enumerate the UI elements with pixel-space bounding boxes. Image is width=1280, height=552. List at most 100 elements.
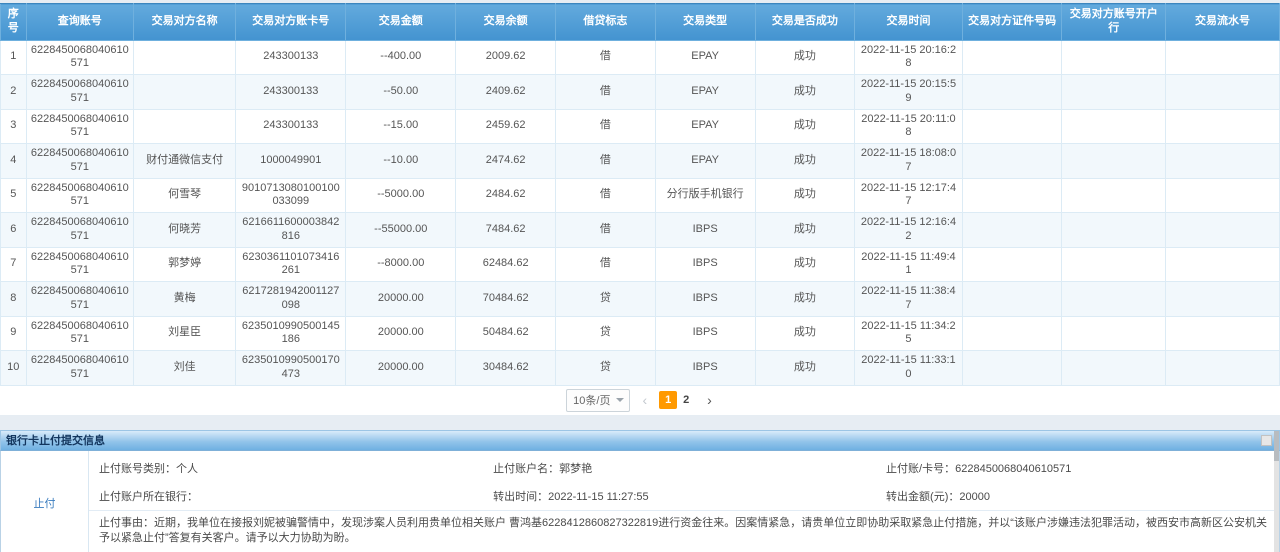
field-stop-account-name: 止付账户名：郭梦艳: [493, 460, 886, 476]
table-cell: 243300133: [236, 40, 346, 75]
page-size-label: 10条/页: [573, 392, 610, 408]
table-cell: 50484.62: [456, 316, 556, 351]
table-cell: 借: [556, 144, 656, 179]
scrollbar-thumb[interactable]: [1274, 431, 1279, 461]
table-cell: 1000049901: [236, 144, 346, 179]
table-cell: 成功: [755, 282, 855, 317]
table-cell: 30484.62: [456, 351, 556, 386]
transactions-table: 序号查询账号交易对方名称交易对方账卡号交易金额交易余额借贷标志交易类型交易是否成…: [0, 3, 1280, 386]
table-cell: 6235010990500170473: [236, 351, 346, 386]
table-cell: 6228450068040610571: [26, 144, 133, 179]
table-cell: 6228450068040610571: [26, 178, 133, 213]
table-cell: [962, 178, 1062, 213]
table-cell: 6217281942001127098: [236, 282, 346, 317]
table-row[interactable]: 86228450068040610571黄梅621728194200112709…: [1, 282, 1280, 317]
table-cell: IBPS: [655, 316, 755, 351]
page-size-select[interactable]: 10条/页: [566, 389, 630, 412]
table-cell: 62484.62: [456, 247, 556, 282]
stop-payment-group-label: 止付: [1, 451, 89, 552]
scrollbar[interactable]: [1274, 431, 1279, 552]
table-cell: 2022-11-15 11:34:25: [855, 316, 962, 351]
table-row[interactable]: 76228450068040610571郭梦婷62303611010734162…: [1, 247, 1280, 282]
table-cell: [1166, 282, 1280, 317]
table-cell: --55000.00: [346, 213, 456, 248]
column-header: 查询账号: [26, 4, 133, 41]
field-label: 止付账/卡号：: [886, 463, 955, 475]
table-cell: 20000.00: [346, 351, 456, 386]
table-cell: EPAY: [655, 40, 755, 75]
field-value: 个人: [176, 463, 198, 475]
table-cell: 借: [556, 40, 656, 75]
table-cell: 贷: [556, 282, 656, 317]
table-cell: 2009.62: [456, 40, 556, 75]
table-row[interactable]: 16228450068040610571243300133--400.00200…: [1, 40, 1280, 75]
info-row: 止付账号类别：个人 止付账户名：郭梦艳 止付账/卡号：6228450068040…: [89, 454, 1279, 482]
table-cell: IBPS: [655, 247, 755, 282]
table-cell: [1166, 213, 1280, 248]
collapse-icon[interactable]: [1261, 435, 1272, 446]
table-cell: --400.00: [346, 40, 456, 75]
field-transfer-time: 转出时间：2022-11-15 11:27:55: [493, 488, 886, 504]
table-cell: 2022-11-15 18:08:07: [855, 144, 962, 179]
table-cell: 借: [556, 178, 656, 213]
table-row[interactable]: 66228450068040610571何晓芳62166116000038428…: [1, 213, 1280, 248]
table-row[interactable]: 36228450068040610571243300133--15.002459…: [1, 109, 1280, 144]
prev-page-icon[interactable]: ‹: [640, 393, 649, 407]
table-cell: 2459.62: [456, 109, 556, 144]
table-cell: [1166, 178, 1280, 213]
table-cell: [962, 316, 1062, 351]
table-cell: 9: [1, 316, 27, 351]
field-value: 20000: [959, 491, 990, 503]
next-page-icon[interactable]: ›: [705, 393, 714, 407]
table-cell: --15.00: [346, 109, 456, 144]
field-label: 止付账户名：: [493, 463, 559, 475]
table-row[interactable]: 26228450068040610571243300133--50.002409…: [1, 75, 1280, 110]
table-cell: 郭梦婷: [134, 247, 236, 282]
table-cell: [1062, 316, 1166, 351]
table-cell: 成功: [755, 109, 855, 144]
column-header: 借贷标志: [556, 4, 656, 41]
table-cell: 何雪琴: [134, 178, 236, 213]
table-cell: [962, 109, 1062, 144]
field-value: 2022-11-15 11:27:55: [548, 491, 649, 503]
table-cell: 成功: [755, 144, 855, 179]
table-cell: 6228450068040610571: [26, 109, 133, 144]
table-cell: 贷: [556, 316, 656, 351]
table-cell: 2022-11-15 12:16:42: [855, 213, 962, 248]
table-cell: [1166, 109, 1280, 144]
table-cell: 黄梅: [134, 282, 236, 317]
stop-payment-section: 银行卡止付提交信息 止付 止付账号类别：个人 止付账户名：郭梦艳 止付账/卡号：…: [0, 430, 1280, 552]
field-value: 6228450068040610571: [955, 463, 1071, 475]
table-row[interactable]: 96228450068040610571刘星臣62350109905001451…: [1, 316, 1280, 351]
page-buttons: 12: [659, 391, 695, 409]
table-row[interactable]: 46228450068040610571财付通微信支付1000049901--1…: [1, 144, 1280, 179]
table-cell: 成功: [755, 316, 855, 351]
field-stop-card-number: 止付账/卡号：6228450068040610571: [886, 460, 1279, 476]
table-cell: 9010713080100100033099: [236, 178, 346, 213]
table-cell: [1062, 75, 1166, 110]
table-cell: 2022-11-15 20:11:08: [855, 109, 962, 144]
table-cell: 借: [556, 247, 656, 282]
table-cell: 分行版手机银行: [655, 178, 755, 213]
table-cell: 成功: [755, 247, 855, 282]
table-row[interactable]: 56228450068040610571何雪琴90107130801001000…: [1, 178, 1280, 213]
page-button-1[interactable]: 1: [659, 391, 677, 409]
column-header: 交易对方名称: [134, 4, 236, 41]
table-cell: [1062, 213, 1166, 248]
table-cell: [1062, 282, 1166, 317]
column-header: 交易流水号: [1166, 4, 1280, 41]
table-cell: [134, 40, 236, 75]
table-cell: [1166, 40, 1280, 75]
column-header: 交易对方证件号码: [962, 4, 1062, 41]
field-value: 郭梦艳: [559, 463, 592, 475]
table-cell: 成功: [755, 351, 855, 386]
table-cell: 2022-11-15 11:33:10: [855, 351, 962, 386]
table-row[interactable]: 106228450068040610571刘佳62350109905001704…: [1, 351, 1280, 386]
table-cell: 6228450068040610571: [26, 247, 133, 282]
table-cell: 243300133: [236, 109, 346, 144]
stop-payment-group-content: 止付账号类别：个人 止付账户名：郭梦艳 止付账/卡号：6228450068040…: [89, 451, 1279, 552]
table-cell: 2022-11-15 11:49:41: [855, 247, 962, 282]
column-header: 交易对方账卡号: [236, 4, 346, 41]
page-button-2[interactable]: 2: [677, 391, 695, 409]
table-cell: [962, 351, 1062, 386]
